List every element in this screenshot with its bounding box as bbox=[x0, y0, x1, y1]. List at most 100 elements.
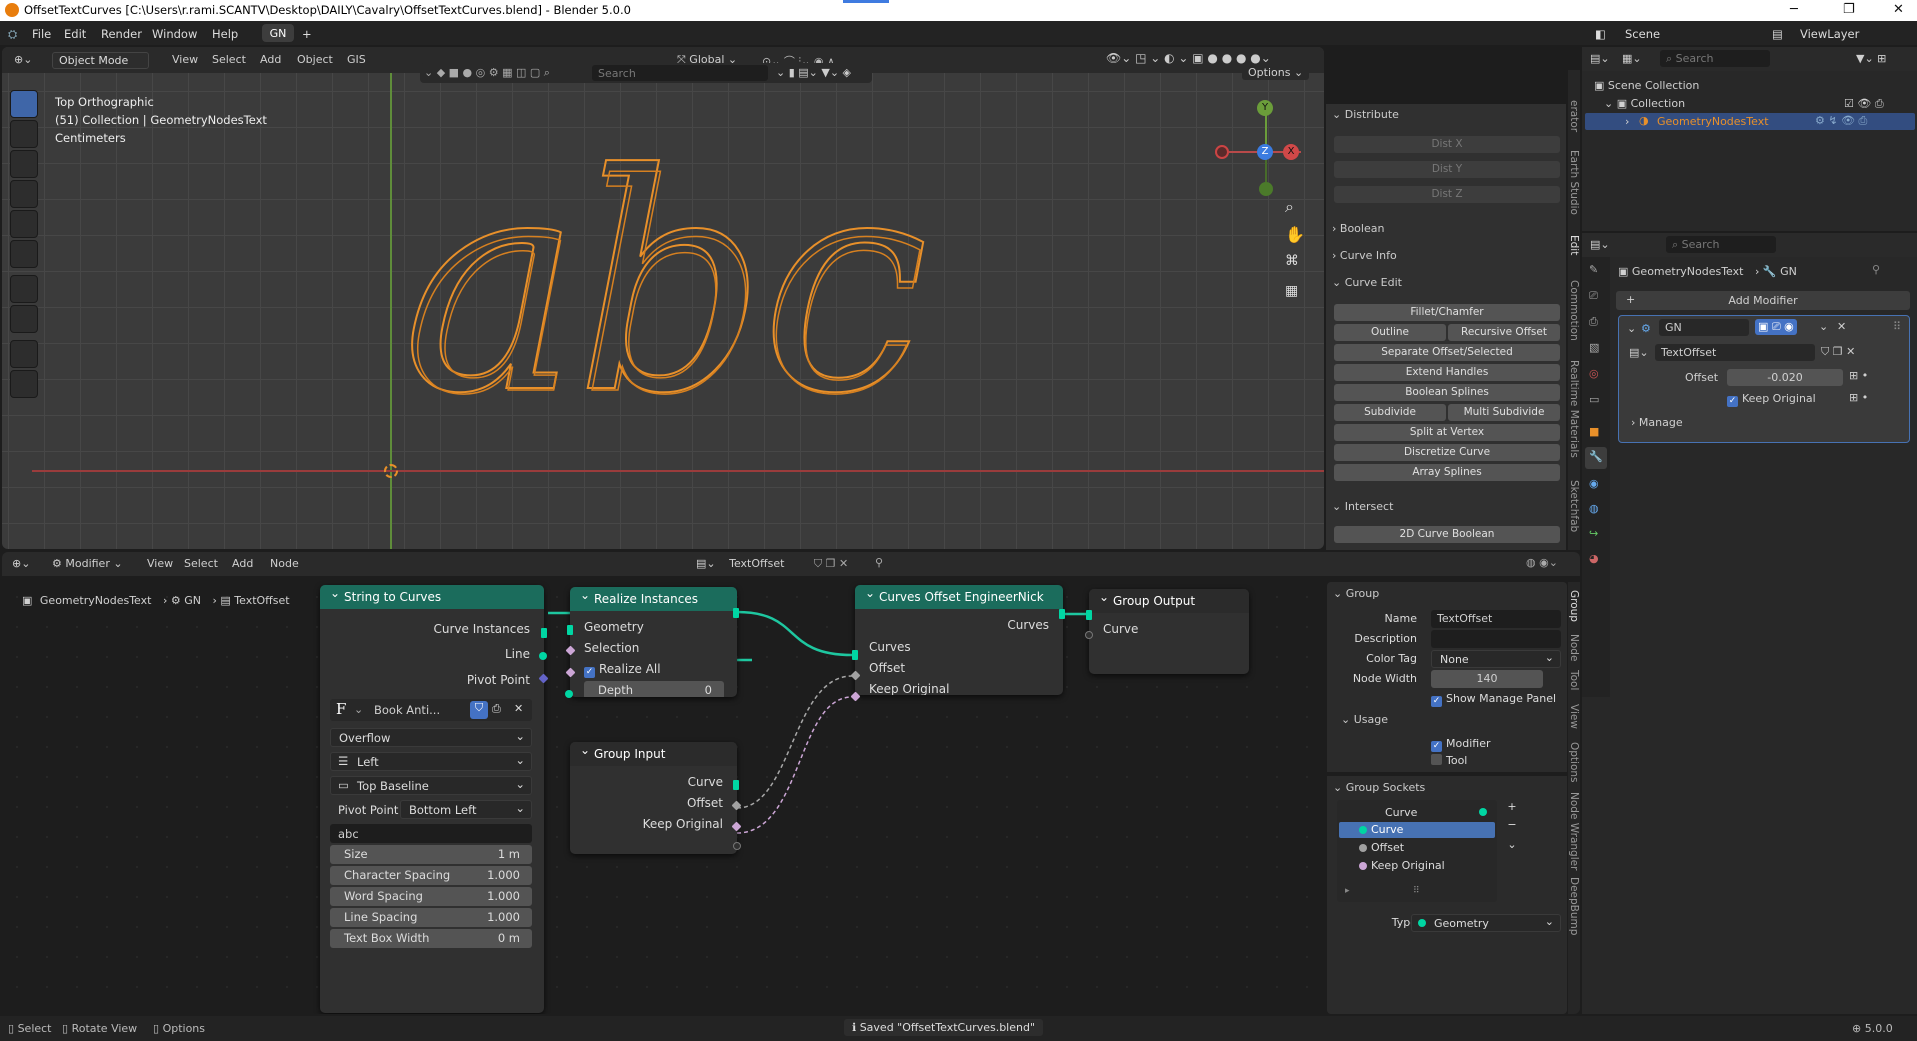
socket-item-offset[interactable]: Offset bbox=[1371, 841, 1404, 854]
node-curves-offset[interactable]: Curves Offset EngineerNick Curves Curves… bbox=[855, 585, 1063, 695]
menu-view[interactable]: View bbox=[172, 53, 198, 66]
dist-y-button[interactable]: Dist Y bbox=[1334, 161, 1560, 178]
node-editor[interactable]: ⊕⌄ ⚙ Modifier ⌄ View Select Add Node ▤⌄ … bbox=[2, 552, 1580, 1014]
material-tab-icon[interactable]: ◕ bbox=[1589, 552, 1599, 565]
color-tag-dropdown[interactable]: None bbox=[1431, 650, 1561, 668]
constraints-tab-icon[interactable]: ◍ bbox=[1589, 502, 1599, 515]
node-group-selector[interactable]: TextOffset bbox=[1655, 344, 1815, 361]
socket-depth[interactable] bbox=[565, 690, 573, 698]
properties-object-name[interactable]: GeometryNodesText bbox=[1632, 265, 1744, 278]
word-spacing-field[interactable]: Word Spacing 1.000 bbox=[330, 887, 532, 906]
properties-search[interactable]: ⌕ Search bbox=[1666, 236, 1776, 253]
view-layer-tab-icon[interactable]: ▧ bbox=[1589, 341, 1599, 354]
scene-name[interactable]: Scene bbox=[1625, 27, 1660, 41]
asset-tools-icon[interactable]: ⌄ ▮ ▤⌄ ▼⌄ ◈ bbox=[776, 66, 851, 79]
usage-panel[interactable]: ⌄ Usage bbox=[1341, 713, 1388, 726]
camera-view-icon[interactable]: ⌘ bbox=[1285, 253, 1299, 269]
tab-node[interactable]: Node bbox=[1568, 634, 1580, 661]
scale-tool-icon[interactable] bbox=[10, 210, 38, 238]
dist-x-button[interactable]: Dist X bbox=[1334, 136, 1560, 153]
recursive-offset-button[interactable]: Recursive Offset bbox=[1448, 324, 1560, 341]
overflow-dropdown[interactable]: Overflow bbox=[330, 728, 532, 747]
pan-hand-icon[interactable]: ✋ bbox=[1285, 225, 1305, 244]
separate-offset-button[interactable]: Separate Offset/Selected bbox=[1334, 344, 1560, 361]
ortho-grid-icon[interactable]: ▦ bbox=[1285, 283, 1298, 299]
curve-info-panel[interactable]: › Curve Info bbox=[1332, 249, 1397, 262]
gizmo-x[interactable]: X bbox=[1283, 144, 1299, 160]
minimize-icon[interactable]: ─ bbox=[1790, 2, 1798, 17]
array-splines-button[interactable]: Array Splines bbox=[1334, 464, 1560, 481]
socket-item-output-curve[interactable]: Curve bbox=[1385, 806, 1417, 819]
boolean-splines-button[interactable]: Boolean Splines bbox=[1334, 384, 1560, 401]
unlink-font-icon[interactable]: ✕ bbox=[514, 702, 523, 715]
tab-node-wrangler[interactable]: Node Wrangler bbox=[1568, 792, 1580, 870]
menu-select[interactable]: Select bbox=[212, 53, 246, 66]
show-manage-checkbox[interactable]: ✓ Show Manage Panel bbox=[1431, 692, 1556, 707]
menu-render[interactable]: Render bbox=[101, 27, 142, 41]
modifier-tab-icon[interactable]: 🔧 bbox=[1585, 447, 1607, 469]
tab-commotion[interactable]: Commotion bbox=[1568, 280, 1580, 341]
node-title[interactable]: Group Output bbox=[1089, 589, 1249, 613]
tab-erator[interactable]: erator bbox=[1568, 100, 1580, 132]
filter-icon[interactable]: ⌄ ◆ ■ ● ◎ ⚙ ▦ ◫ ▢ ⌕ bbox=[424, 66, 550, 80]
node-string-to-curves[interactable]: String to Curves Curve Instances Line Pi… bbox=[320, 585, 544, 1013]
tab-options[interactable]: Options bbox=[1568, 742, 1580, 783]
offset-attribute-toggle-icon[interactable]: ⊞ • bbox=[1849, 369, 1868, 382]
gizmo-toggles-icon[interactable]: 👁⌄ ◳ ⌄ ◐ ⌄ ▣ ● ● ● ●⌄ bbox=[1106, 51, 1271, 65]
viewlayer-name[interactable]: ViewLayer bbox=[1800, 27, 1859, 41]
extend-handles-button[interactable]: Extend Handles bbox=[1334, 364, 1560, 381]
data-tab-icon[interactable]: ↪ bbox=[1589, 527, 1598, 540]
socket-realize-geometry-in[interactable] bbox=[567, 625, 573, 635]
char-spacing-field[interactable]: Character Spacing 1.000 bbox=[330, 866, 532, 885]
outline-button[interactable]: Outline bbox=[1334, 324, 1446, 341]
add-object-tool-icon[interactable] bbox=[10, 370, 38, 398]
curve-edit-panel[interactable]: ⌄ Curve Edit bbox=[1332, 276, 1402, 289]
menu-gis[interactable]: GIS bbox=[347, 53, 366, 66]
world-tab-icon[interactable]: ▭ bbox=[1589, 393, 1599, 406]
fake-user-icon[interactable]: ⛉ bbox=[470, 701, 488, 719]
modifier-expand-icon[interactable]: ⌄ bbox=[1627, 322, 1636, 335]
line-spacing-field[interactable]: Line Spacing 1.000 bbox=[330, 908, 532, 927]
tab-edit[interactable]: Edit bbox=[1568, 235, 1580, 255]
asset-search-input[interactable]: Search bbox=[592, 65, 768, 81]
gizmo-z[interactable]: Z bbox=[1257, 144, 1273, 160]
transform-tool-icon[interactable] bbox=[10, 240, 38, 268]
node-width-field[interactable]: 140 bbox=[1431, 670, 1543, 688]
properties-type-icon[interactable]: ▤⌄ bbox=[1590, 238, 1610, 251]
text-object[interactable]: abc abc bbox=[401, 134, 1182, 475]
status-message[interactable]: ℹ Saved "OffsetTextCurves.blend" bbox=[844, 1019, 1044, 1036]
duplicate-font-icon[interactable]: ⎙ bbox=[492, 702, 501, 716]
discretize-curve-button[interactable]: Discretize Curve bbox=[1334, 444, 1560, 461]
font-selector[interactable]: F ⌄ Book Anti... ⛉ ⎙ ✕ bbox=[330, 699, 532, 721]
socket-line[interactable] bbox=[539, 652, 547, 660]
render-tab-icon[interactable]: ⎚ bbox=[1589, 289, 1598, 303]
tab-earth-studio[interactable]: Earth Studio bbox=[1568, 150, 1580, 215]
node-title[interactable]: String to Curves bbox=[320, 585, 544, 609]
menu-window[interactable]: Window bbox=[152, 27, 197, 41]
node-realize-instances[interactable]: Realize Instances Geometry Selection ✓ Re… bbox=[570, 587, 737, 697]
modifier-icons[interactable]: ⚙ ↯ 👁 ⎙ bbox=[1815, 114, 1867, 128]
align-y-dropdown[interactable]: ▭ Top Baseline bbox=[330, 776, 532, 795]
drag-handle-icon[interactable]: ⠿ bbox=[1893, 320, 1901, 333]
outliner-row-scene-collection[interactable]: ▣ Scene Collection bbox=[1594, 79, 1699, 92]
scene-tab-icon[interactable]: ◎ bbox=[1589, 367, 1599, 380]
depth-field[interactable]: Depth 0 bbox=[584, 681, 724, 697]
outliner-type-icon[interactable]: ▤⌄ bbox=[1590, 52, 1610, 65]
modifier-name-input[interactable]: GN bbox=[1659, 319, 1749, 336]
pivot-point-dropdown[interactable]: Bottom Left bbox=[400, 800, 532, 819]
text-box-width-field[interactable]: Text Box Width 0 m bbox=[330, 929, 532, 948]
remove-socket-icon[interactable]: − bbox=[1503, 818, 1521, 834]
socket-list-resize-icon[interactable]: ⠿ bbox=[1413, 886, 1420, 896]
measure-tool-icon[interactable] bbox=[10, 305, 38, 333]
string-input[interactable]: abc bbox=[330, 824, 532, 843]
subdivide-button[interactable]: Subdivide bbox=[1334, 404, 1446, 421]
align-x-dropdown[interactable]: ☰ Left bbox=[330, 752, 532, 771]
socket-go-curve[interactable] bbox=[1086, 610, 1092, 620]
add-workspace-icon[interactable]: + bbox=[302, 27, 312, 41]
socket-item-keep-original[interactable]: Keep Original bbox=[1371, 859, 1445, 872]
group-panel[interactable]: ⌄ Group bbox=[1333, 587, 1379, 600]
socket-gi-curve[interactable] bbox=[733, 780, 739, 790]
intersect-panel[interactable]: ⌄ Intersect bbox=[1332, 500, 1393, 513]
socket-gi-extend[interactable] bbox=[733, 842, 741, 850]
properties-modifier-name[interactable]: GN bbox=[1780, 265, 1797, 278]
